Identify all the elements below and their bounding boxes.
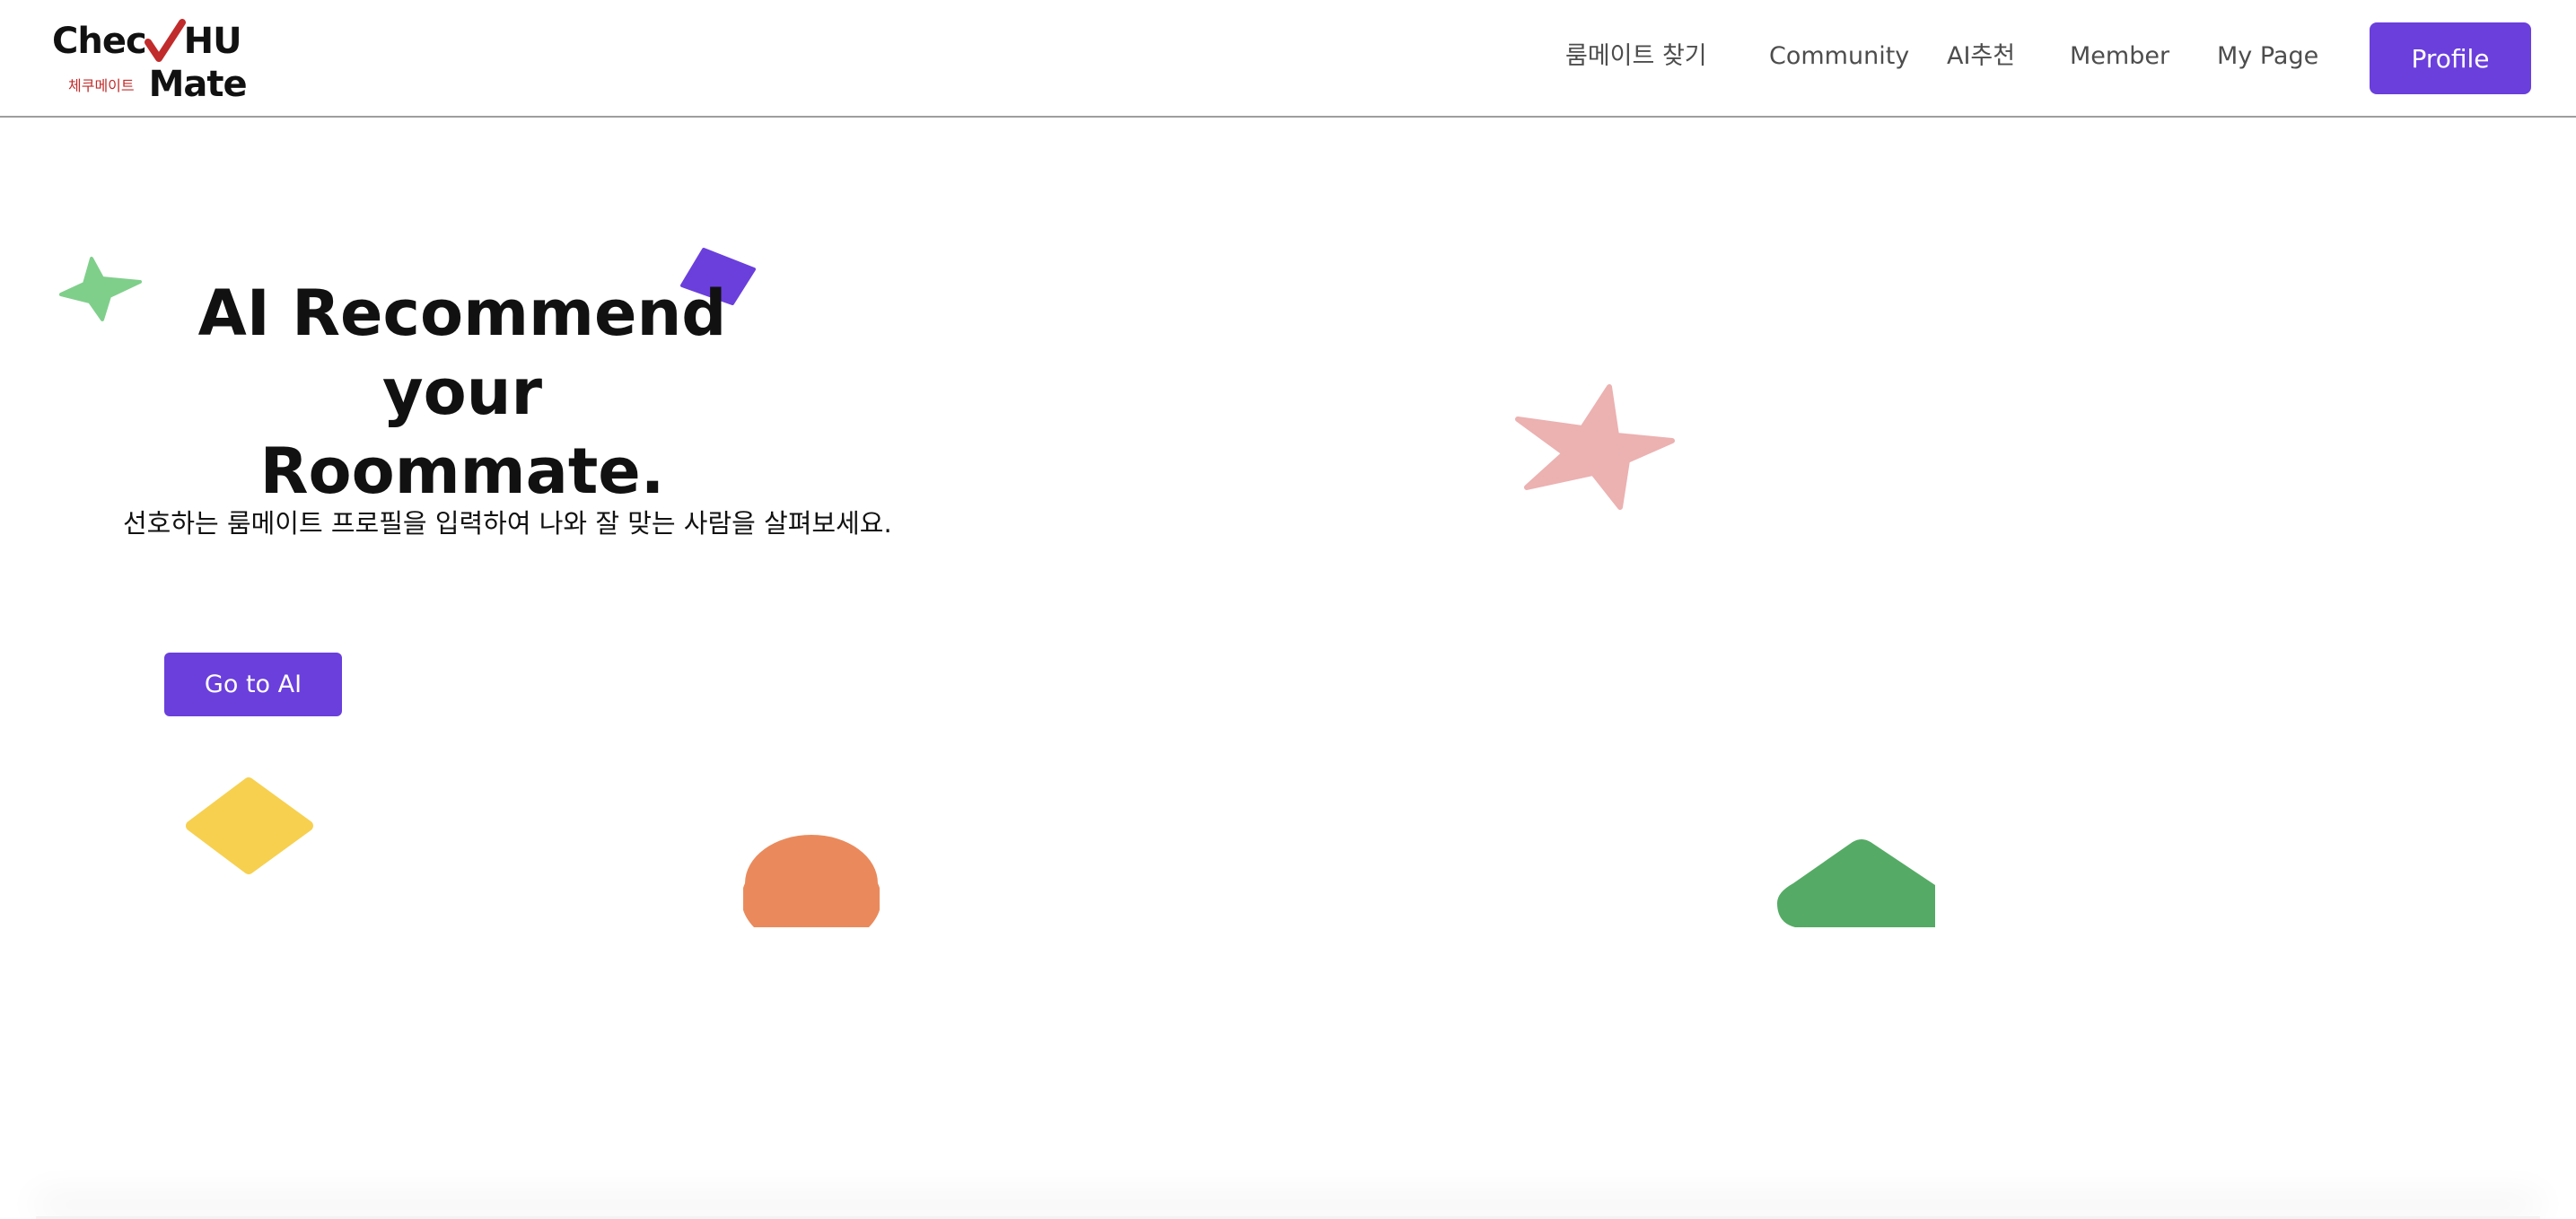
- logo-text-bottom: Mate: [148, 64, 248, 105]
- hero-subtitle: 선호하는 룸메이트 프로필을 입력하여 나와 잘 맞는 사람을 살펴보세요.: [123, 508, 892, 539]
- check-icon: [144, 19, 186, 62]
- hero-title-line1: AI Recommend: [197, 276, 727, 350]
- hero-title-line2: your Roommate.: [259, 355, 665, 508]
- nav-item-ai-recommend[interactable]: AI추천: [1947, 36, 2015, 77]
- green-triangle-shape: [1777, 839, 1935, 927]
- orange-circle-shape: [743, 835, 880, 927]
- pink-star-shape: [1515, 384, 1675, 510]
- logo-subtitle: 체쿠메이트: [68, 77, 135, 94]
- logo-top-row: Chec HU: [52, 16, 242, 66]
- hero-title: AI Recommend your Roommate.: [180, 274, 745, 511]
- top-navbar: Chec HU 체쿠메이트 Mate 룸메이트 찾기 Community AI추…: [0, 0, 2576, 118]
- logo-text-top: Chec: [52, 21, 147, 62]
- logo-text-top-end: HU: [183, 21, 242, 62]
- logo[interactable]: Chec HU 체쿠메이트 Mate: [50, 13, 266, 105]
- yellow-diamond-shape: [186, 777, 313, 874]
- nav-item-member[interactable]: Member: [2070, 36, 2169, 77]
- go-to-ai-button[interactable]: Go to AI: [164, 653, 342, 716]
- logo-bottom-row: 체쿠메이트 Mate: [68, 64, 248, 105]
- nav-item-my-page[interactable]: My Page: [2217, 36, 2318, 77]
- green-star-shape: [59, 257, 142, 321]
- nav-item-find-roommate[interactable]: 룸메이트 찾기: [1565, 36, 1707, 77]
- app-root: Chec HU 체쿠메이트 Mate 룸메이트 찾기 Community AI추…: [0, 0, 2576, 1219]
- nav-item-community[interactable]: Community: [1769, 36, 1909, 77]
- profile-button[interactable]: Profile: [2370, 22, 2531, 94]
